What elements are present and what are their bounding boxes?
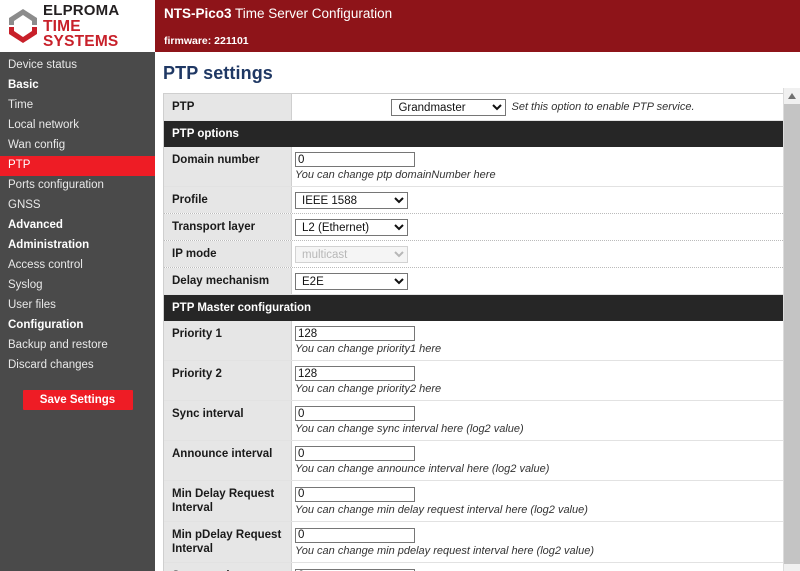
label-announce-interval: Announce interval <box>164 441 292 480</box>
row-priority2: Priority 2 You can change priority2 here <box>164 361 791 401</box>
delay-mechanism-select[interactable]: E2E P2P <box>295 273 408 290</box>
row-ptp: PTP Grandmaster Slave Disabled Set this … <box>164 94 791 121</box>
hint-min-delay-request-interval: You can change min delay request interva… <box>295 503 588 516</box>
label-transport-layer: Transport layer <box>164 214 292 240</box>
field-priority1: You can change priority1 here <box>292 321 791 360</box>
page-title: PTP settings <box>163 63 273 83</box>
label-sync-interval: Sync interval <box>164 401 292 440</box>
elproma-logo-icon <box>8 8 38 44</box>
row-domain-number: Domain number You can change ptp domainN… <box>164 147 791 187</box>
header-device-name: NTS-Pico3 <box>164 6 232 21</box>
ptp-mode-select[interactable]: Grandmaster Slave Disabled <box>391 99 507 116</box>
row-ip-mode: IP mode multicast <box>164 241 791 268</box>
label-min-pdelay-request-interval: Min pDelay Request Interval <box>164 522 292 562</box>
hint-ptp: Set this option to enable PTP service. <box>511 101 695 113</box>
hint-sync-interval: You can change sync interval here (log2 … <box>295 423 524 435</box>
hint-priority2: You can change priority2 here <box>295 383 442 395</box>
content-pane: PTP settings PTP Grandmaster Slave Disab… <box>155 52 800 571</box>
label-delay-mechanism: Delay mechanism <box>164 268 292 294</box>
priority1-input[interactable] <box>295 326 415 341</box>
section-ptp-master-configuration: PTP Master configuration <box>164 295 791 321</box>
min-delay-request-interval-input[interactable] <box>295 486 415 502</box>
sidebar-item-advanced[interactable]: Advanced <box>0 216 155 236</box>
brand-name-line1: ELPROMA <box>43 1 120 19</box>
sidebar-item-access-control[interactable]: Access control <box>0 256 155 276</box>
label-min-delay-request-interval: Min Delay Request Interval <box>164 481 292 521</box>
hint-domain-number: You can change ptp domainNumber here <box>295 169 496 181</box>
sidebar-item-time[interactable]: Time <box>0 96 155 116</box>
sidebar-item-backup-and-restore[interactable]: Backup and restore <box>0 336 155 356</box>
field-min-delay-request-interval: You can change min delay request interva… <box>292 481 791 521</box>
label-ip-mode: IP mode <box>164 241 292 267</box>
sidebar-item-wan-config[interactable]: Wan config <box>0 136 155 156</box>
header-firmware-version: firmware: 221101 <box>164 35 249 47</box>
header-bar: NTS-Pico3 Time Server Configuration firm… <box>155 0 800 52</box>
field-domain-number: You can change ptp domainNumber here <box>292 147 791 186</box>
sidebar-item-device-status[interactable]: Device status <box>0 56 155 76</box>
field-profile: IEEE 1588 <box>292 187 791 213</box>
label-priority1: Priority 1 <box>164 321 292 360</box>
row-min-pdelay-request-interval: Min pDelay Request Interval You can chan… <box>164 522 791 563</box>
label-profile: Profile <box>164 187 292 213</box>
min-pdelay-request-interval-input[interactable] <box>295 527 415 543</box>
hint-announce-interval: You can change announce interval here (l… <box>295 463 550 475</box>
application-window: ELPROMA TIME SYSTEMS Device status Basic… <box>0 0 800 571</box>
row-priority1: Priority 1 You can change priority1 here <box>164 321 791 361</box>
label-priority2: Priority 2 <box>164 361 292 400</box>
sidebar-item-ptp[interactable]: PTP <box>0 156 155 176</box>
profile-select[interactable]: IEEE 1588 <box>295 192 408 209</box>
field-announce-interval: You can change announce interval here (l… <box>292 441 791 480</box>
row-delay-mechanism: Delay mechanism E2E P2P <box>164 268 791 295</box>
sidebar-item-gnss[interactable]: GNSS <box>0 196 155 216</box>
row-announce-interval: Announce interval You can change announc… <box>164 441 791 481</box>
save-settings-button[interactable]: Save Settings <box>22 390 133 410</box>
sidebar-item-user-files[interactable]: User files <box>0 296 155 316</box>
label-sync-receipt-timeout: Sync receipt timeout <box>164 563 292 571</box>
hint-priority1: You can change priority1 here <box>295 343 442 355</box>
domain-number-input[interactable] <box>295 152 415 167</box>
field-sync-interval: You can change sync interval here (log2 … <box>292 401 791 440</box>
main-area: NTS-Pico3 Time Server Configuration firm… <box>155 0 800 571</box>
sidebar-item-administration[interactable]: Administration <box>0 236 155 256</box>
brand-logo: ELPROMA TIME SYSTEMS <box>0 0 155 52</box>
field-delay-mechanism: E2E P2P <box>292 268 791 294</box>
hint-min-pdelay-request-interval: You can change min pdelay request interv… <box>295 544 595 557</box>
brand-name-line2: TIME SYSTEMS <box>43 17 119 50</box>
field-min-pdelay-request-interval: You can change min pdelay request interv… <box>292 522 791 562</box>
scroll-up-arrow-icon[interactable] <box>784 88 800 104</box>
sidebar-item-local-network[interactable]: Local network <box>0 116 155 136</box>
sidebar-item-syslog[interactable]: Syslog <box>0 276 155 296</box>
scrollbar-thumb[interactable] <box>784 104 800 564</box>
field-ptp: Grandmaster Slave Disabled Set this opti… <box>292 94 791 120</box>
priority2-input[interactable] <box>295 366 415 381</box>
label-domain-number: Domain number <box>164 147 292 186</box>
ip-mode-select: multicast <box>295 246 408 263</box>
section-ptp-options: PTP options <box>164 121 791 147</box>
row-min-delay-request-interval: Min Delay Request Interval You can chang… <box>164 481 791 522</box>
header-subtitle: Time Server Configuration <box>235 6 393 21</box>
field-transport-layer: L2 (Ethernet) <box>292 214 791 240</box>
header-title: NTS-Pico3 Time Server Configuration <box>164 6 800 21</box>
field-priority2: You can change priority2 here <box>292 361 791 400</box>
sidebar-item-basic[interactable]: Basic <box>0 76 155 96</box>
sidebar-menu: Device status Basic Time Local network W… <box>0 52 155 376</box>
announce-interval-input[interactable] <box>295 446 415 461</box>
row-transport-layer: Transport layer L2 (Ethernet) <box>164 214 791 241</box>
row-sync-interval: Sync interval You can change sync interv… <box>164 401 791 441</box>
row-profile: Profile IEEE 1588 <box>164 187 791 214</box>
vertical-scrollbar[interactable] <box>783 88 800 571</box>
field-sync-receipt-timeout: You can change sync receipt timeout here <box>292 563 791 571</box>
sidebar-item-discard-changes[interactable]: Discard changes <box>0 356 155 376</box>
field-ip-mode: multicast <box>292 241 791 267</box>
sidebar-item-ports-configuration[interactable]: Ports configuration <box>0 176 155 196</box>
sync-interval-input[interactable] <box>295 406 415 421</box>
label-ptp: PTP <box>164 94 292 120</box>
row-sync-receipt-timeout: Sync receipt timeout You can change sync… <box>164 563 791 571</box>
settings-form: PTP Grandmaster Slave Disabled Set this … <box>163 93 792 571</box>
sidebar-item-configuration[interactable]: Configuration <box>0 316 155 336</box>
sidebar: ELPROMA TIME SYSTEMS Device status Basic… <box>0 0 155 571</box>
save-settings-container: Save Settings <box>0 390 155 410</box>
transport-layer-select[interactable]: L2 (Ethernet) <box>295 219 408 236</box>
